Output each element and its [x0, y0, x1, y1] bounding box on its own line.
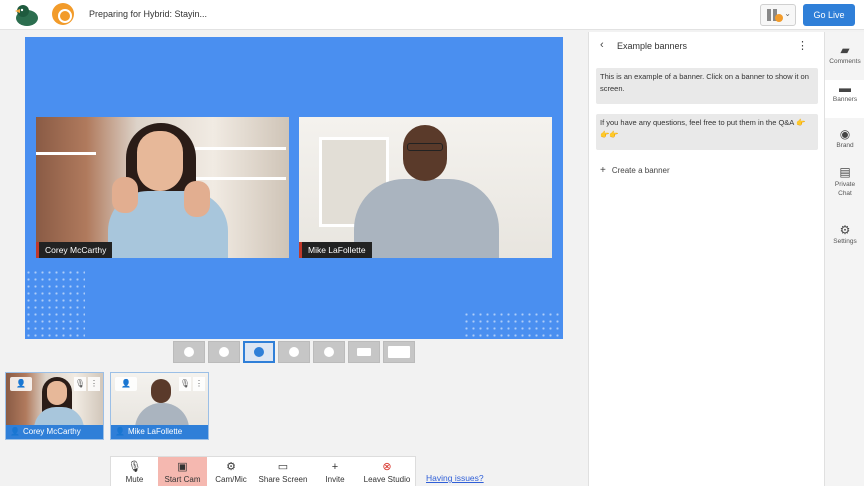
layout-solo-button[interactable]	[173, 341, 205, 363]
person-icon	[219, 347, 229, 357]
panel-title: Example banners	[617, 41, 688, 51]
screen-icon	[357, 348, 371, 356]
microphone-icon: 🎙	[127, 461, 142, 473]
microphone-icon[interactable]: 🎙	[179, 377, 191, 391]
palette-icon: ◉	[839, 127, 851, 141]
comment-icon: ▰	[840, 43, 850, 57]
participant-name-tag: Corey McCarthy	[36, 242, 113, 258]
video-feed	[36, 117, 289, 258]
monitor-icon: ▭	[277, 461, 289, 473]
mute-label: Mute	[125, 475, 144, 484]
plus-icon: +	[600, 165, 606, 176]
more-options-icon[interactable]: ⋮	[193, 377, 205, 391]
gear-icon: ⚙	[839, 223, 851, 237]
share-screen-label: Share Screen	[258, 475, 308, 484]
person-icon: 👤	[115, 427, 125, 436]
gear-icon: ⚙	[226, 461, 236, 473]
participant-name-tag: Mike LaFollette	[299, 242, 372, 258]
invite-label: Invite	[325, 475, 345, 484]
camera-off-icon: ▣	[177, 461, 188, 473]
layout-side-by-side-button[interactable]	[243, 341, 275, 363]
start-cam-button[interactable]: ▣ Start Cam	[158, 457, 207, 486]
rail-label: Banners	[832, 96, 858, 103]
stage-video-tile[interactable]: Corey McCarthy	[36, 117, 289, 258]
layout-switch-icon	[767, 9, 783, 22]
person-icon	[254, 347, 264, 357]
stage-dots-decoration	[463, 311, 563, 339]
more-options-icon[interactable]: ⋮	[88, 377, 100, 391]
rail-label: Settings	[833, 238, 857, 245]
start-cam-label: Start Cam	[164, 475, 201, 484]
side-rail: ▰ Comments ▬ Banners ◉ Brand ▤ Private C…	[824, 32, 864, 486]
close-circle-icon: ⊗	[382, 461, 392, 473]
person-icon	[289, 347, 299, 357]
microphone-icon[interactable]: 🎙	[74, 377, 86, 391]
broadcast-switcher-button[interactable]: ⌄	[760, 4, 796, 26]
rail-item-banners[interactable]: ▬ Banners	[825, 80, 864, 118]
cam-mic-settings-button[interactable]: ⚙ Cam/Mic	[207, 457, 255, 486]
banner-icon: ▬	[839, 81, 851, 95]
rail-item-settings[interactable]: ⚙ Settings	[825, 222, 864, 252]
layout-grid-button[interactable]	[278, 341, 310, 363]
go-live-button[interactable]: Go Live	[803, 4, 855, 26]
participant-name: Mike LaFollette	[127, 427, 183, 436]
rail-label: Private Chat	[834, 181, 856, 197]
stage-canvas: Corey McCarthy Mike LaFollette	[25, 37, 563, 339]
participant-name: Corey McCarthy	[22, 427, 81, 436]
leave-studio-label: Leave Studio	[363, 475, 411, 484]
video-feed	[299, 117, 552, 258]
layout-screen-button[interactable]	[313, 341, 345, 363]
rail-item-comments[interactable]: ▰ Comments	[825, 42, 864, 78]
rail-label: Comments	[829, 58, 861, 65]
create-banner-label: Create a banner	[611, 166, 670, 175]
layout-split-button[interactable]	[208, 341, 240, 363]
screen-icon	[388, 346, 410, 358]
person-icon: 👤	[10, 427, 20, 436]
top-bar: Preparing for Hybrid: Stayin... ⌄ Go Liv…	[0, 0, 864, 30]
layout-pip-button[interactable]	[348, 341, 380, 363]
chat-icon: ▤	[839, 165, 851, 179]
invite-button[interactable]: + Invite	[311, 457, 359, 486]
participant-label: 👤 Corey McCarthy	[6, 425, 103, 439]
add-person-icon: +	[331, 461, 339, 473]
having-issues-link[interactable]: Having issues?	[426, 473, 484, 483]
add-to-stage-button[interactable]: 👤	[10, 377, 32, 391]
add-to-stage-button[interactable]: 👤	[115, 377, 137, 391]
rail-item-private-chat[interactable]: ▤ Private Chat	[825, 164, 864, 202]
brand-logo-icon[interactable]	[52, 3, 74, 25]
more-options-icon[interactable]: ⋮	[797, 39, 808, 52]
mute-button[interactable]: 🎙 Mute	[111, 457, 158, 486]
studio-controls: 🎙 Mute ▣ Start Cam ⚙ Cam/Mic ▭ Share Scr…	[110, 456, 416, 486]
person-icon	[184, 347, 194, 357]
layout-fullscreen-button[interactable]	[383, 341, 415, 363]
chevron-left-icon[interactable]: ‹	[600, 39, 604, 51]
participant-label: 👤 Mike LaFollette	[111, 425, 208, 439]
cam-mic-label: Cam/Mic	[215, 475, 247, 484]
stage-dots-decoration	[25, 269, 85, 339]
rail-item-brand[interactable]: ◉ Brand	[825, 126, 864, 156]
banner-item[interactable]: This is an example of a banner. Click on…	[596, 68, 818, 104]
duck-logo-icon[interactable]	[12, 3, 40, 27]
rail-label: Brand	[836, 142, 854, 149]
create-banner-button[interactable]: + Create a banner	[600, 165, 670, 176]
banner-item[interactable]: If you have any questions, feel free to …	[596, 114, 818, 150]
stage-video-tile[interactable]: Mike LaFollette	[299, 117, 552, 258]
leave-studio-button[interactable]: ⊗ Leave Studio	[359, 457, 415, 486]
panel-header: ‹ Example banners ⋮	[589, 32, 824, 60]
backstage-participant[interactable]: 👤 🎙 ⋮ 👤 Corey McCarthy	[5, 372, 104, 440]
share-screen-button[interactable]: ▭ Share Screen	[255, 457, 311, 486]
banners-panel: ‹ Example banners ⋮ This is an example o…	[588, 32, 824, 486]
chevron-down-icon: ⌄	[784, 9, 791, 18]
backstage-participant[interactable]: 👤 🎙 ⋮ 👤 Mike LaFollette	[110, 372, 209, 440]
person-icon	[324, 347, 334, 357]
broadcast-title: Preparing for Hybrid: Stayin...	[89, 9, 208, 19]
